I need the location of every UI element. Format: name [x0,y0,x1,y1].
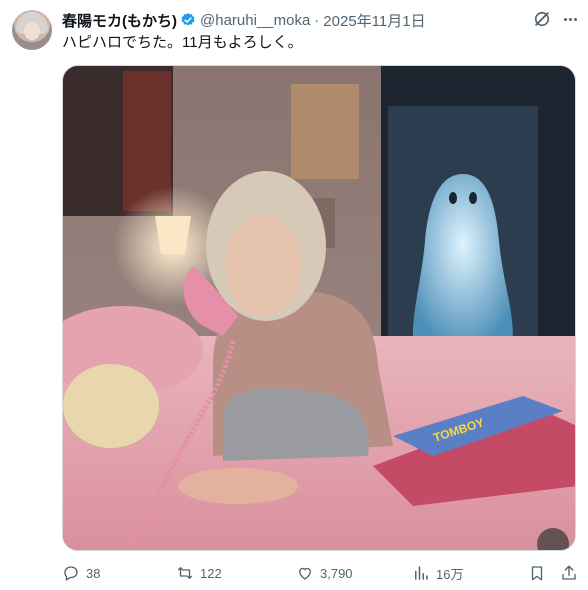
like-button[interactable]: 3,790 [296,562,353,584]
share-button[interactable] [560,562,584,584]
bookmark-icon [531,566,543,581]
like-icon [299,567,311,580]
like-count: 3,790 [320,565,353,581]
post-media[interactable]: TOMBOY [62,65,576,551]
arm [178,468,298,504]
popcorn-bowl [63,364,159,448]
repost-icon [177,567,193,579]
face [225,216,301,316]
media-image: TOMBOY [63,66,575,550]
ghost-eye-right [469,192,477,204]
verified-badge-icon [181,13,195,26]
action-bar: 38 122 3,790 16万 [62,562,582,586]
post-text: ハピハロでちた。11月もよろしく。 [62,34,303,51]
more-icon[interactable] [560,9,580,29]
header-separator: · [314,11,320,29]
avatar[interactable] [12,10,52,50]
poster-center [291,84,359,179]
reply-count: 38 [86,565,101,581]
reply-icon [64,566,78,581]
post-date[interactable]: 2025年11月1日 [323,10,425,31]
avatar-face [24,22,40,40]
repost-count: 122 [200,565,222,581]
views-button[interactable]: 16万 [412,562,463,584]
views-icon [415,566,428,580]
lamp [155,216,191,254]
repost-button[interactable]: 122 [176,562,222,584]
post-header: 春陽モカ(もかち) @haruhi__moka · 2025年11月1日 [62,10,426,30]
bookmark-button[interactable] [528,562,552,584]
author-handle[interactable]: @haruhi__moka [200,12,310,29]
share-icon [562,565,576,580]
author-name[interactable]: 春陽モカ(もかち) [62,10,177,31]
ghost-eye-left [449,192,457,204]
post: 春陽モカ(もかち) @haruhi__moka · 2025年11月1日 ハピハ… [0,0,588,590]
grok-icon[interactable] [532,9,552,29]
views-count: 16万 [436,566,464,582]
reply-button[interactable]: 38 [62,562,100,584]
